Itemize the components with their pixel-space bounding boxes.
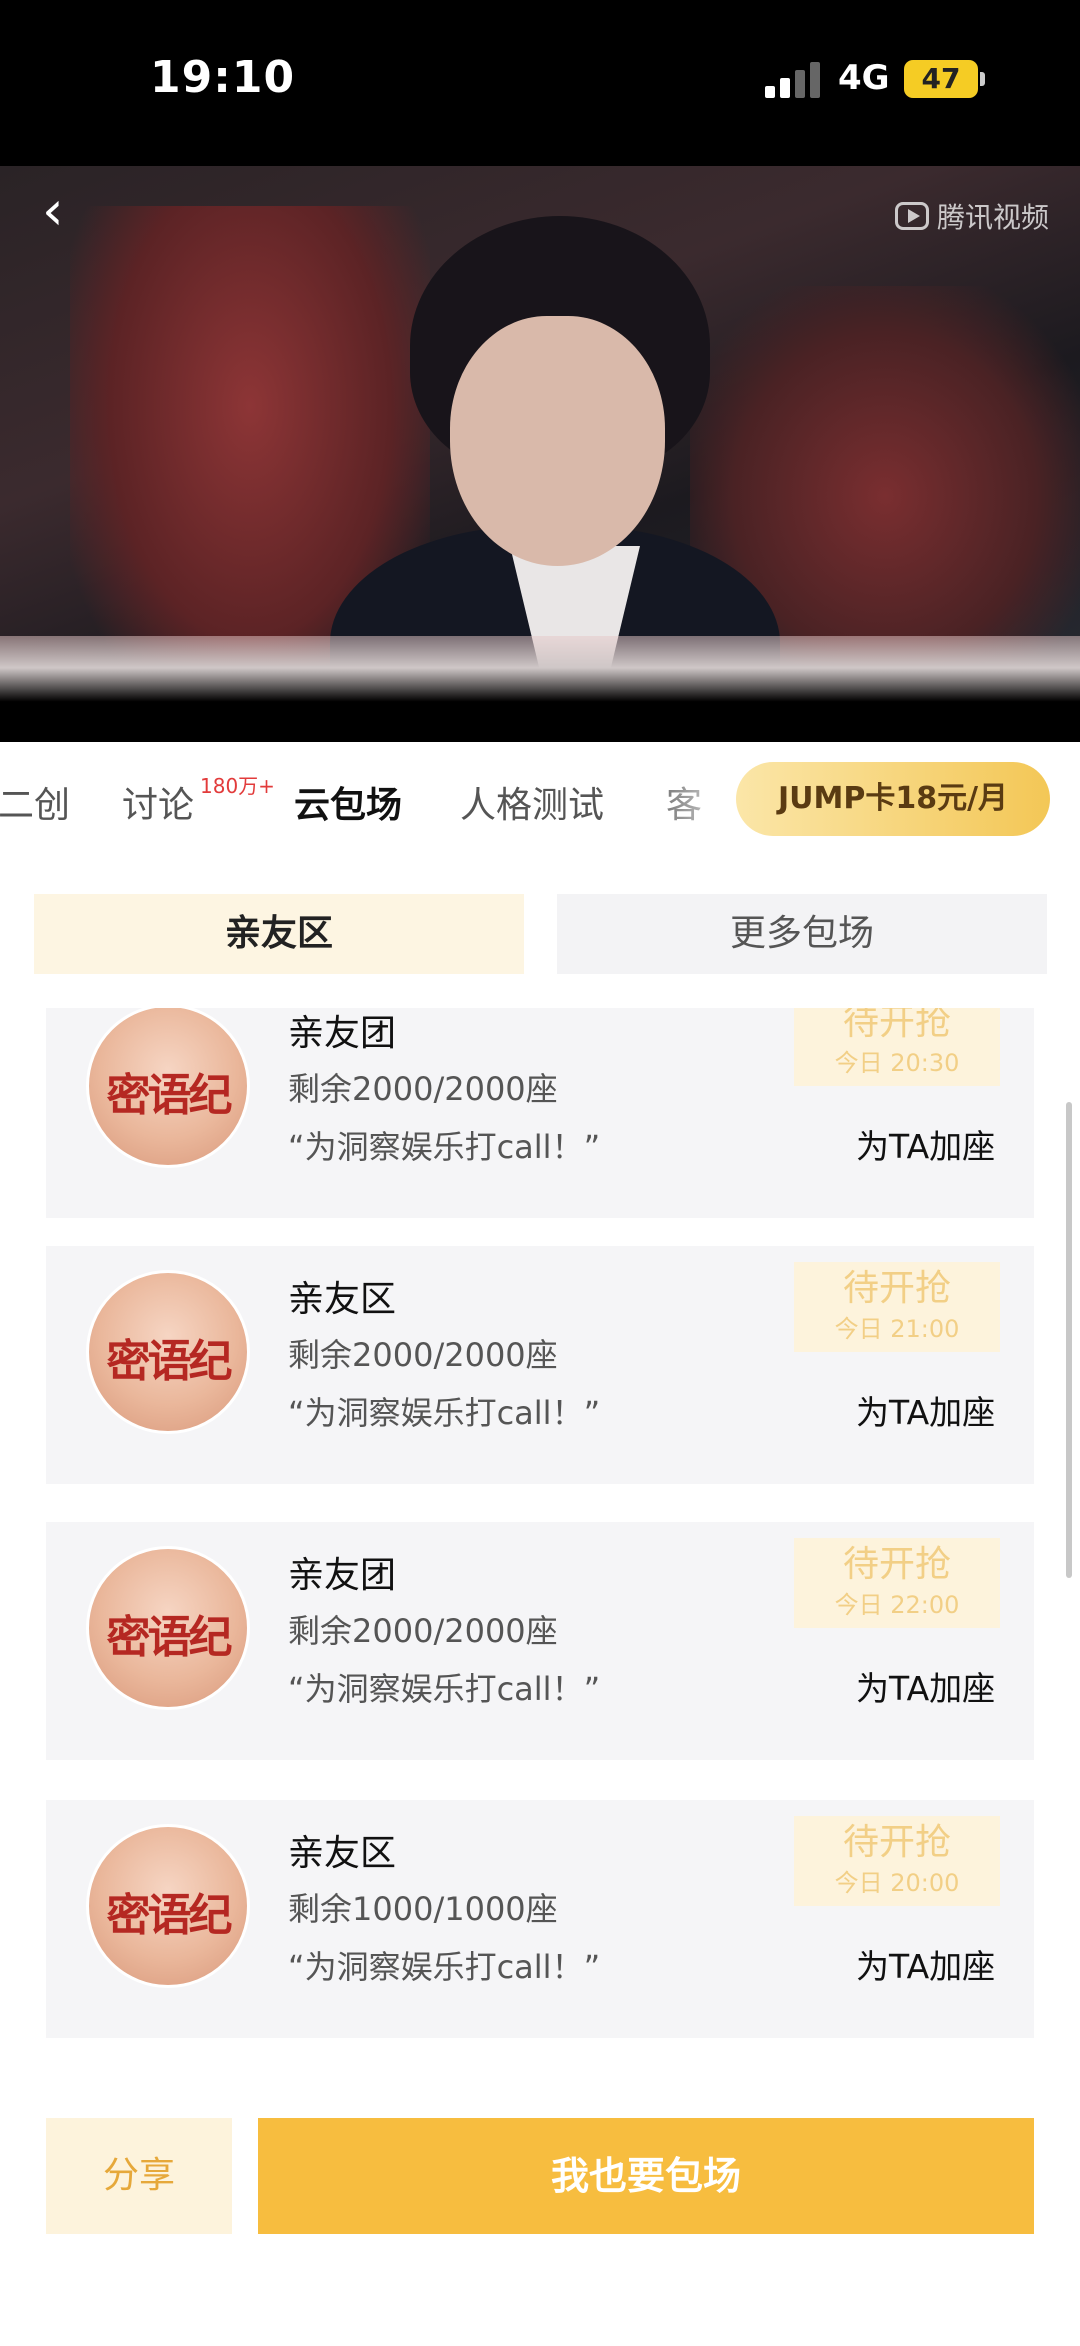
discussion-count-badge: 180万+ xyxy=(200,774,275,798)
session-title: 亲友区 xyxy=(288,1279,397,1320)
avatar-title-art: 密语纪 xyxy=(106,1612,233,1663)
segment-more-bookings[interactable]: 更多包场 xyxy=(557,894,1047,974)
session-status-button[interactable]: 待开抢 今日 20:30 xyxy=(794,1008,1000,1086)
battery-tip xyxy=(980,72,985,86)
session-time: 今日 20:30 xyxy=(834,1049,960,1077)
session-status: 待开抢 xyxy=(842,1544,951,1585)
list-item[interactable]: 密语纪 亲友区 剩余2000/2000座 “为洞察娱乐打call！” 待开抢 今… xyxy=(46,1246,1034,1484)
avatar-title-art: 密语纪 xyxy=(106,1336,233,1387)
video-player[interactable]: ‹ 腾讯视频 xyxy=(0,166,1080,742)
segment-friends-zone[interactable]: 亲友区 xyxy=(34,894,524,974)
share-button[interactable]: 分享 xyxy=(46,2118,232,2234)
avatar: 密语纪 xyxy=(86,1270,250,1434)
tab-personality-test[interactable]: 人格测试 xyxy=(460,776,604,828)
tab-fade-overlay xyxy=(640,742,750,866)
status-time: 19:10 xyxy=(150,52,296,103)
avatar: 密语纪 xyxy=(86,1008,250,1168)
add-seat-button[interactable]: 为TA加座 xyxy=(856,1662,995,1710)
session-quote: “为洞察娱乐打call！” xyxy=(288,1394,601,1432)
session-status: 待开抢 xyxy=(842,1268,951,1309)
session-seats: 剩余1000/1000座 xyxy=(288,1890,558,1928)
session-status-button[interactable]: 待开抢 今日 22:00 xyxy=(794,1538,1000,1628)
session-time: 今日 21:00 xyxy=(834,1315,960,1343)
list-item[interactable]: 密语纪 亲友区 剩余1000/1000座 “为洞察娱乐打call！” 待开抢 今… xyxy=(46,1800,1034,2038)
session-quote: “为洞察娱乐打call！” xyxy=(288,1948,601,1986)
session-seats: 剩余2000/2000座 xyxy=(288,1336,558,1374)
session-quote: “为洞察娱乐打call！” xyxy=(288,1128,601,1166)
session-time: 今日 22:00 xyxy=(834,1591,960,1619)
session-time: 今日 20:00 xyxy=(834,1869,960,1897)
session-seats: 剩余2000/2000座 xyxy=(288,1612,558,1650)
video-scene-car-door xyxy=(0,636,1080,742)
session-title: 亲友团 xyxy=(288,1013,397,1054)
video-watermark: 腾讯视频 xyxy=(895,196,1049,236)
add-seat-button[interactable]: 为TA加座 xyxy=(856,1120,995,1168)
avatar: 密语纪 xyxy=(86,1824,250,1988)
session-title: 亲友区 xyxy=(288,1833,397,1874)
session-status: 待开抢 xyxy=(842,1822,951,1863)
session-status-button[interactable]: 待开抢 今日 21:00 xyxy=(794,1262,1000,1352)
list-item[interactable]: 密语纪 亲友团 剩余2000/2000座 “为洞察娱乐打call！” 待开抢 今… xyxy=(46,1522,1034,1760)
session-status: 待开抢 xyxy=(842,1008,951,1043)
avatar-title-art: 密语纪 xyxy=(106,1890,233,1941)
session-seats: 剩余2000/2000座 xyxy=(288,1070,558,1108)
add-seat-button[interactable]: 为TA加座 xyxy=(856,1386,995,1434)
tab-erchuang[interactable]: 二创 xyxy=(0,776,70,828)
battery-icon: 47 xyxy=(904,60,978,98)
signal-icon xyxy=(765,62,821,98)
session-list[interactable]: 密语纪 亲友团 剩余2000/2000座 “为洞察娱乐打call！” 待开抢 今… xyxy=(0,1008,1080,2068)
video-scene-person-face xyxy=(450,316,665,566)
avatar: 密语纪 xyxy=(86,1546,250,1710)
tab-cloud-booking[interactable]: 云包场 xyxy=(294,776,402,828)
watermark-text: 腾讯视频 xyxy=(937,201,1050,234)
list-scrollbar[interactable] xyxy=(1066,1102,1072,1578)
add-seat-button[interactable]: 为TA加座 xyxy=(856,1940,995,1988)
network-type: 4G xyxy=(838,58,890,98)
status-bar: 19:10 4G 47 xyxy=(0,0,1080,166)
avatar-title-art: 密语纪 xyxy=(106,1070,233,1121)
jump-card-button[interactable]: JUMP卡18元/月 xyxy=(736,762,1050,836)
tab-bar: 二创 讨论 180万+ 云包场 人格测试 客 JUMP卡18元/月 xyxy=(0,742,1080,866)
tab-discussion[interactable]: 讨论 xyxy=(122,776,194,828)
back-chevron-icon[interactable]: ‹ xyxy=(42,184,82,238)
book-screening-button[interactable]: 我也要包场 xyxy=(258,2118,1034,2234)
session-title: 亲友团 xyxy=(288,1555,397,1596)
session-quote: “为洞察娱乐打call！” xyxy=(288,1670,601,1708)
tencent-video-logo-icon xyxy=(895,202,929,230)
session-status-button[interactable]: 待开抢 今日 20:00 xyxy=(794,1816,1000,1906)
list-item[interactable]: 密语纪 亲友团 剩余2000/2000座 “为洞察娱乐打call！” 待开抢 今… xyxy=(46,1008,1034,1218)
